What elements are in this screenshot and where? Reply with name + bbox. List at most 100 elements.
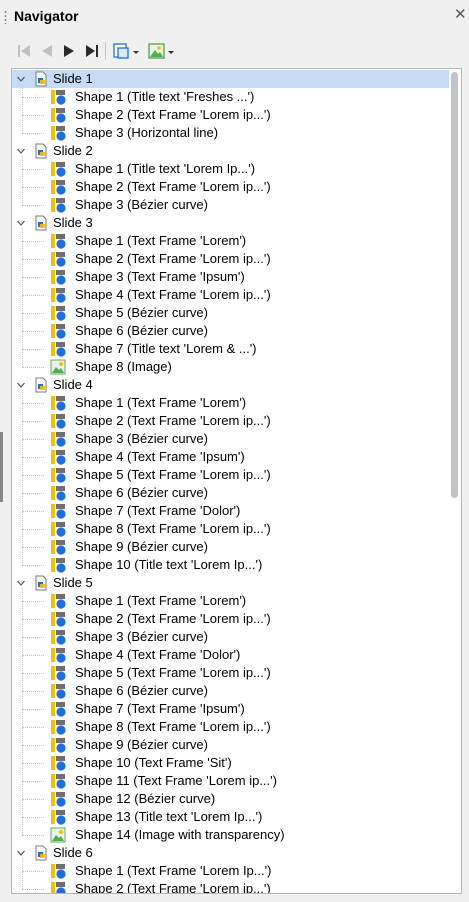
shape-row[interactable]: Shape 1 (Text Frame 'Lorem'): [12, 394, 449, 412]
shape-row[interactable]: Shape 1 (Text Frame 'Lorem Ip...'): [12, 862, 449, 880]
tree-connector-line: [22, 439, 44, 440]
image-icon: [50, 359, 66, 375]
drag-grip-icon[interactable]: [4, 10, 7, 24]
shape-row[interactable]: Shape 9 (Bézier curve): [12, 538, 449, 556]
chevron-down-icon[interactable]: [16, 380, 26, 390]
shape-row[interactable]: Shape 8 (Image): [12, 358, 449, 376]
shape-icon: [50, 665, 66, 681]
tree-connector-line: [22, 727, 44, 728]
shape-row[interactable]: Shape 3 (Bézier curve): [12, 430, 449, 448]
shape-row[interactable]: Shape 3 (Bézier curve): [12, 196, 449, 214]
shape-row[interactable]: Shape 4 (Text Frame 'Ipsum'): [12, 448, 449, 466]
chevron-down-icon[interactable]: [16, 74, 26, 84]
tree-connector-line: [22, 673, 44, 674]
slide-icon: [33, 215, 49, 231]
slide-icon: [33, 575, 49, 591]
shape-row[interactable]: Shape 13 (Title text 'Lorem Ip...'): [12, 808, 449, 826]
last-slide-button[interactable]: [82, 41, 102, 61]
shape-row[interactable]: Shape 9 (Bézier curve): [12, 736, 449, 754]
shape-row[interactable]: Shape 1 (Title text 'Lorem Ip...'): [12, 160, 449, 178]
tree-connector-line: [22, 84, 23, 133]
shape-row[interactable]: Shape 12 (Bézier curve): [12, 790, 449, 808]
slide-row[interactable]: Slide 1: [12, 70, 449, 88]
navigator-tree[interactable]: Slide 1 Shape 1 (Title text 'Freshes ...'…: [11, 68, 462, 894]
shape-row[interactable]: Shape 8 (Text Frame 'Lorem ip...'): [12, 718, 449, 736]
tree-connector-line: [22, 241, 44, 242]
slide-row[interactable]: Slide 2: [12, 142, 449, 160]
shape-row[interactable]: Shape 8 (Text Frame 'Lorem ip...'): [12, 520, 449, 538]
slide-icon: [33, 143, 49, 159]
shape-icon: [50, 593, 66, 609]
tree-connector-line: [22, 169, 44, 170]
shape-icon: [50, 737, 66, 753]
shape-row[interactable]: Shape 1 (Title text 'Freshes ...'): [12, 88, 449, 106]
tree-connector-line: [22, 529, 44, 530]
chevron-down-icon[interactable]: [16, 578, 26, 588]
shape-label: Shape 7 (Text Frame 'Ipsum'): [75, 701, 245, 716]
shape-row[interactable]: Shape 10 (Text Frame 'Sit'): [12, 754, 449, 772]
shape-row[interactable]: Shape 2 (Text Frame 'Lorem ip...'): [12, 412, 449, 430]
shape-row[interactable]: Shape 2 (Text Frame 'Lorem ip...'): [12, 610, 449, 628]
shape-label: Shape 5 (Bézier curve): [75, 305, 208, 320]
chevron-down-icon[interactable]: [16, 848, 26, 858]
slide-label: Slide 5: [53, 575, 93, 590]
toolbar-separator: [105, 42, 106, 60]
shape-row[interactable]: Shape 5 (Text Frame 'Lorem ip...'): [12, 664, 449, 682]
shape-icon: [50, 413, 66, 429]
shape-row[interactable]: Shape 1 (Text Frame 'Lorem'): [12, 232, 449, 250]
drag-mode-button[interactable]: [111, 41, 143, 61]
shape-label: Shape 11 (Text Frame 'Lorem ip...'): [75, 773, 277, 788]
shape-label: Shape 10 (Title text 'Lorem Ip...'): [75, 557, 263, 572]
vertical-scrollbar-thumb[interactable]: [451, 72, 458, 498]
panel-resize-handle[interactable]: [0, 432, 3, 502]
shape-row[interactable]: Shape 2 (Text Frame 'Lorem ip...'): [12, 880, 449, 893]
slide-row[interactable]: Slide 6: [12, 844, 449, 862]
chevron-down-icon[interactable]: [16, 146, 26, 156]
shape-row[interactable]: Shape 5 (Bézier curve): [12, 304, 449, 322]
shape-row[interactable]: Shape 1 (Text Frame 'Lorem'): [12, 592, 449, 610]
slide-row[interactable]: Slide 5: [12, 574, 449, 592]
shape-label: Shape 2 (Text Frame 'Lorem ip...'): [75, 611, 271, 626]
first-slide-button[interactable]: [14, 41, 34, 61]
shape-row[interactable]: Shape 2 (Text Frame 'Lorem ip...'): [12, 106, 449, 124]
next-slide-button[interactable]: [59, 41, 79, 61]
tree-connector-line: [22, 295, 44, 296]
shape-row[interactable]: Shape 4 (Text Frame 'Dolor'): [12, 646, 449, 664]
shape-row[interactable]: Shape 3 (Text Frame 'Ipsum'): [12, 268, 449, 286]
tree-connector-line: [22, 493, 44, 494]
chevron-down-icon[interactable]: [16, 218, 26, 228]
tree-connector-line: [22, 637, 44, 638]
slide-row[interactable]: Slide 4: [12, 376, 449, 394]
slide-row[interactable]: Slide 3: [12, 214, 449, 232]
shape-label: Shape 3 (Bézier curve): [75, 431, 208, 446]
shape-row[interactable]: Shape 6 (Bézier curve): [12, 322, 449, 340]
shape-icon: [50, 809, 66, 825]
shape-row[interactable]: Shape 3 (Horizontal line): [12, 124, 449, 142]
shape-row[interactable]: Shape 5 (Text Frame 'Lorem ip...'): [12, 466, 449, 484]
shape-row[interactable]: Shape 7 (Text Frame 'Dolor'): [12, 502, 449, 520]
show-shapes-button[interactable]: [146, 41, 178, 61]
shape-row[interactable]: Shape 7 (Title text 'Lorem & ...'): [12, 340, 449, 358]
shape-row[interactable]: Shape 14 (Image with transparency): [12, 826, 449, 844]
shape-label: Shape 4 (Text Frame 'Ipsum'): [75, 449, 245, 464]
shape-row[interactable]: Shape 11 (Text Frame 'Lorem ip...'): [12, 772, 449, 790]
shape-row[interactable]: Shape 2 (Text Frame 'Lorem ip...'): [12, 250, 449, 268]
shape-row[interactable]: Shape 7 (Text Frame 'Ipsum'): [12, 700, 449, 718]
previous-slide-button[interactable]: [37, 41, 57, 61]
shape-label: Shape 13 (Title text 'Lorem Ip...'): [75, 809, 263, 824]
tree-connector-line: [22, 799, 44, 800]
shape-row[interactable]: Shape 2 (Text Frame 'Lorem ip...'): [12, 178, 449, 196]
shape-row[interactable]: Shape 4 (Text Frame 'Lorem ip...'): [12, 286, 449, 304]
close-icon[interactable]: ✕: [454, 7, 467, 23]
shape-row[interactable]: Shape 3 (Bézier curve): [12, 628, 449, 646]
shape-row[interactable]: Shape 10 (Title text 'Lorem Ip...'): [12, 556, 449, 574]
shape-icon: [50, 791, 66, 807]
slide-icon: [33, 71, 49, 87]
shape-row[interactable]: Shape 6 (Bézier curve): [12, 682, 449, 700]
tree-connector-line: [22, 187, 44, 188]
shape-icon: [50, 611, 66, 627]
slide-label: Slide 4: [53, 377, 93, 392]
shape-label: Shape 14 (Image with transparency): [75, 827, 285, 842]
shape-row[interactable]: Shape 6 (Bézier curve): [12, 484, 449, 502]
shape-icon: [50, 431, 66, 447]
